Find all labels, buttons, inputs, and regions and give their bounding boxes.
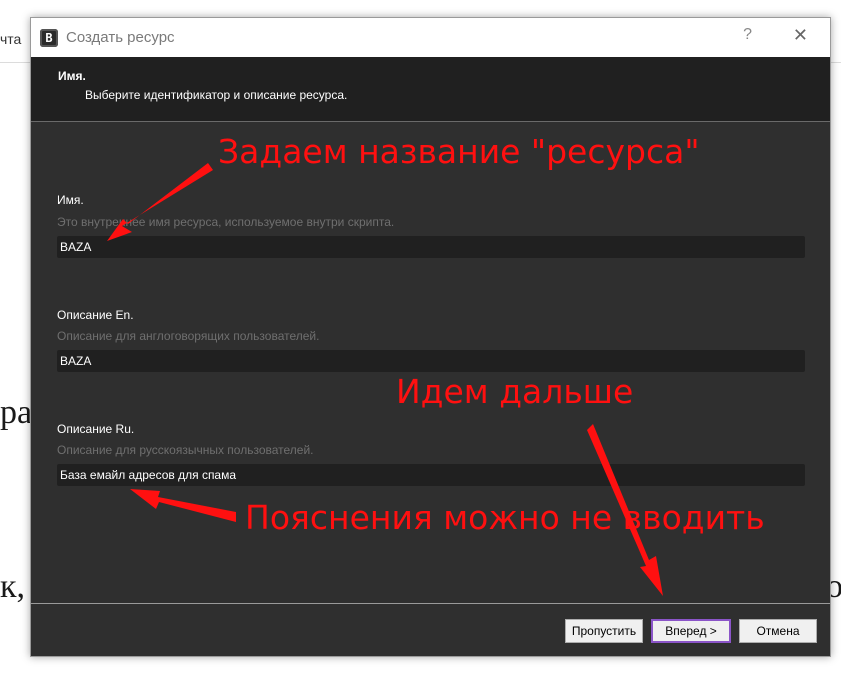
annotation-arrow-icon [130, 489, 236, 522]
annotation-arrow-icon [107, 163, 213, 241]
annotation-next-note: Идем дальше [396, 372, 634, 411]
annotation-description-note: Пояснения можно не вводить [245, 498, 765, 537]
annotation-arrows [107, 163, 663, 596]
annotation-name-note: Задаем название "ресурса" [218, 132, 700, 171]
